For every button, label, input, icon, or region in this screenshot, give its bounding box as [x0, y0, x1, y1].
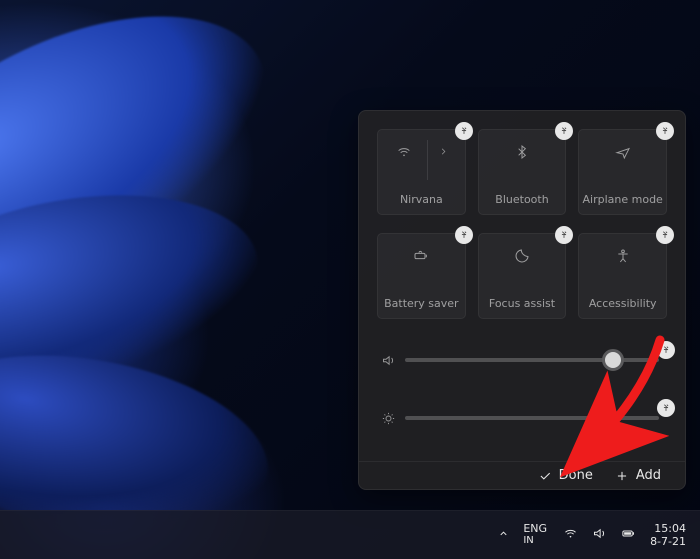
tile-airplane[interactable]: Airplane mode: [578, 129, 667, 215]
panel-footer: Done Add: [359, 461, 685, 489]
tile-label: Airplane mode: [583, 193, 663, 206]
unpin-icon[interactable]: [455, 226, 473, 244]
taskbar: ENG IN 15:04 8-7-21: [0, 510, 700, 559]
unpin-icon[interactable]: [657, 341, 675, 359]
volume-thumb[interactable]: [602, 349, 624, 371]
battery-tray-icon[interactable]: [621, 526, 636, 544]
clock-time: 15:04: [650, 522, 686, 535]
wifi-icon: [378, 144, 465, 160]
tile-label: Bluetooth: [495, 193, 548, 206]
clock-date: 8-7-21: [650, 535, 686, 548]
tile-label: Focus assist: [489, 297, 555, 310]
clock[interactable]: 15:04 8-7-21: [650, 522, 686, 548]
unpin-icon[interactable]: [657, 399, 675, 417]
tile-label: Accessibility: [589, 297, 657, 310]
language-line1: ENG: [523, 523, 547, 535]
unpin-icon[interactable]: [555, 226, 573, 244]
tile-label: Nirvana: [400, 193, 443, 206]
bluetooth-icon: [479, 144, 566, 160]
unpin-icon[interactable]: [555, 122, 573, 140]
tile-bluetooth[interactable]: Bluetooth: [478, 129, 567, 215]
chevron-right-icon[interactable]: [438, 146, 449, 160]
language-line2: IN: [523, 535, 547, 547]
quick-settings-panel: Nirvana Bluetooth Airplane: [358, 110, 686, 490]
battery-saver-icon: [378, 248, 465, 264]
add-label: Add: [636, 468, 661, 483]
airplane-icon: [579, 144, 666, 160]
check-icon: [538, 469, 552, 483]
brightness-icon: [377, 411, 399, 426]
tile-label: Battery saver: [384, 297, 458, 310]
accessibility-icon: [579, 248, 666, 264]
tile-focus-assist[interactable]: Focus assist: [478, 233, 567, 319]
brightness-slider[interactable]: [377, 403, 667, 433]
brightness-thumb[interactable]: [597, 407, 619, 429]
done-button[interactable]: Done: [538, 468, 593, 483]
done-label: Done: [559, 468, 593, 483]
volume-icon: [377, 353, 399, 368]
plus-icon: [615, 469, 629, 483]
volume-tray-icon[interactable]: [592, 526, 607, 544]
unpin-icon[interactable]: [455, 122, 473, 140]
tray-overflow-chevron-icon[interactable]: [498, 528, 509, 542]
unpin-icon[interactable]: [656, 122, 674, 140]
focus-assist-icon: [479, 248, 566, 264]
tile-battery-saver[interactable]: Battery saver: [377, 233, 466, 319]
unpin-icon[interactable]: [656, 226, 674, 244]
wifi-tray-icon[interactable]: [563, 526, 578, 544]
add-button[interactable]: Add: [615, 468, 661, 483]
language-indicator[interactable]: ENG IN: [523, 523, 547, 547]
volume-slider[interactable]: [377, 345, 667, 375]
tile-accessibility[interactable]: Accessibility: [578, 233, 667, 319]
tile-wifi[interactable]: Nirvana: [377, 129, 466, 215]
